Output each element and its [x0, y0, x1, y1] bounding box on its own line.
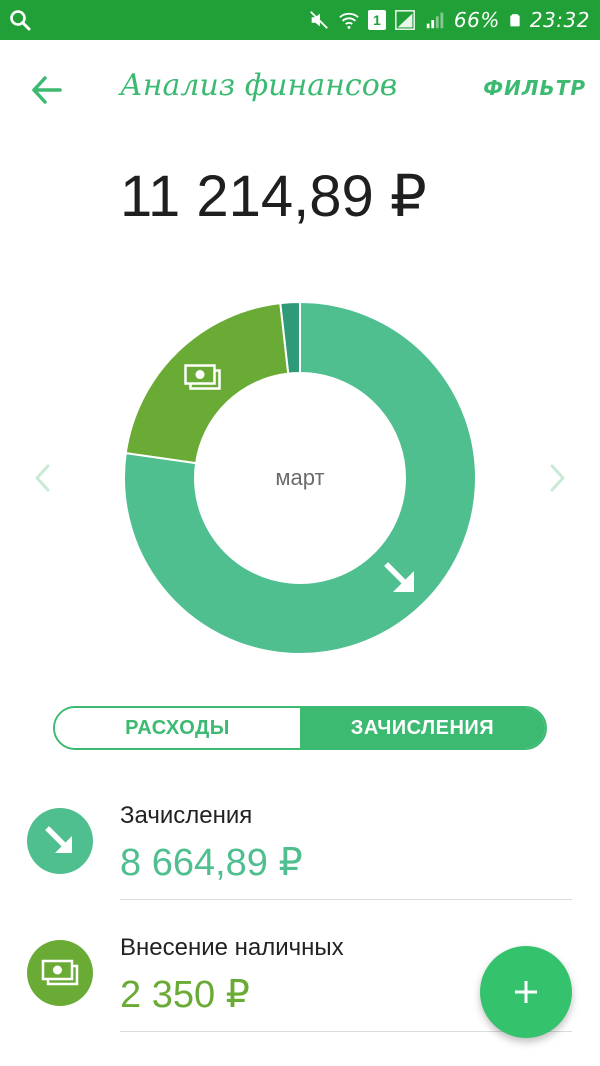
chart-period-label: март [275, 465, 325, 490]
mute-icon [310, 11, 328, 29]
app-bar: Анализ финансов ФИЛЬТР [0, 40, 600, 136]
signal-2-icon [426, 12, 444, 29]
battery-percent: 66% [453, 8, 500, 32]
tab-income[interactable]: ЗАЧИСЛЕНИЯ [300, 708, 545, 748]
chevron-left-icon[interactable] [28, 460, 58, 496]
cash-icon [41, 959, 79, 986]
page-title: Анализ финансов [120, 68, 398, 103]
total-amount: 11 214,89 ₽ [120, 164, 427, 229]
list-item[interactable]: Зачисления 8 664,89 ₽ [0, 780, 600, 912]
status-bar: 1 66% 23:32 [0, 0, 600, 40]
donut-chart[interactable]: март [124, 302, 476, 654]
filter-button[interactable]: ФИЛЬТР [483, 76, 586, 100]
signal-1-icon [395, 10, 415, 30]
search-icon[interactable] [8, 8, 32, 32]
category-amount: 2 350 ₽ [120, 974, 250, 1016]
category-icon [27, 808, 93, 874]
tab-expenses[interactable]: РАСХОДЫ [55, 708, 300, 748]
chevron-right-icon[interactable] [542, 460, 572, 496]
add-button[interactable] [480, 946, 572, 1038]
divider [120, 899, 572, 900]
category-icon [27, 940, 93, 1006]
status-bar-right: 1 66% 23:32 [308, 0, 590, 40]
arrow-left-icon[interactable] [22, 66, 70, 114]
category-name: Зачисления [120, 802, 253, 829]
type-toggle: РАСХОДЫ ЗАЧИСЛЕНИЯ [53, 706, 547, 750]
sim-badge: 1 [367, 10, 386, 30]
category-amount: 8 664,89 ₽ [120, 842, 303, 884]
arrow-down-right-icon [45, 826, 72, 853]
clock: 23:32 [529, 8, 590, 32]
wifi-icon [339, 12, 359, 29]
battery-icon [510, 14, 520, 27]
category-name: Внесение наличных [120, 934, 344, 961]
plus-icon [515, 981, 537, 1003]
